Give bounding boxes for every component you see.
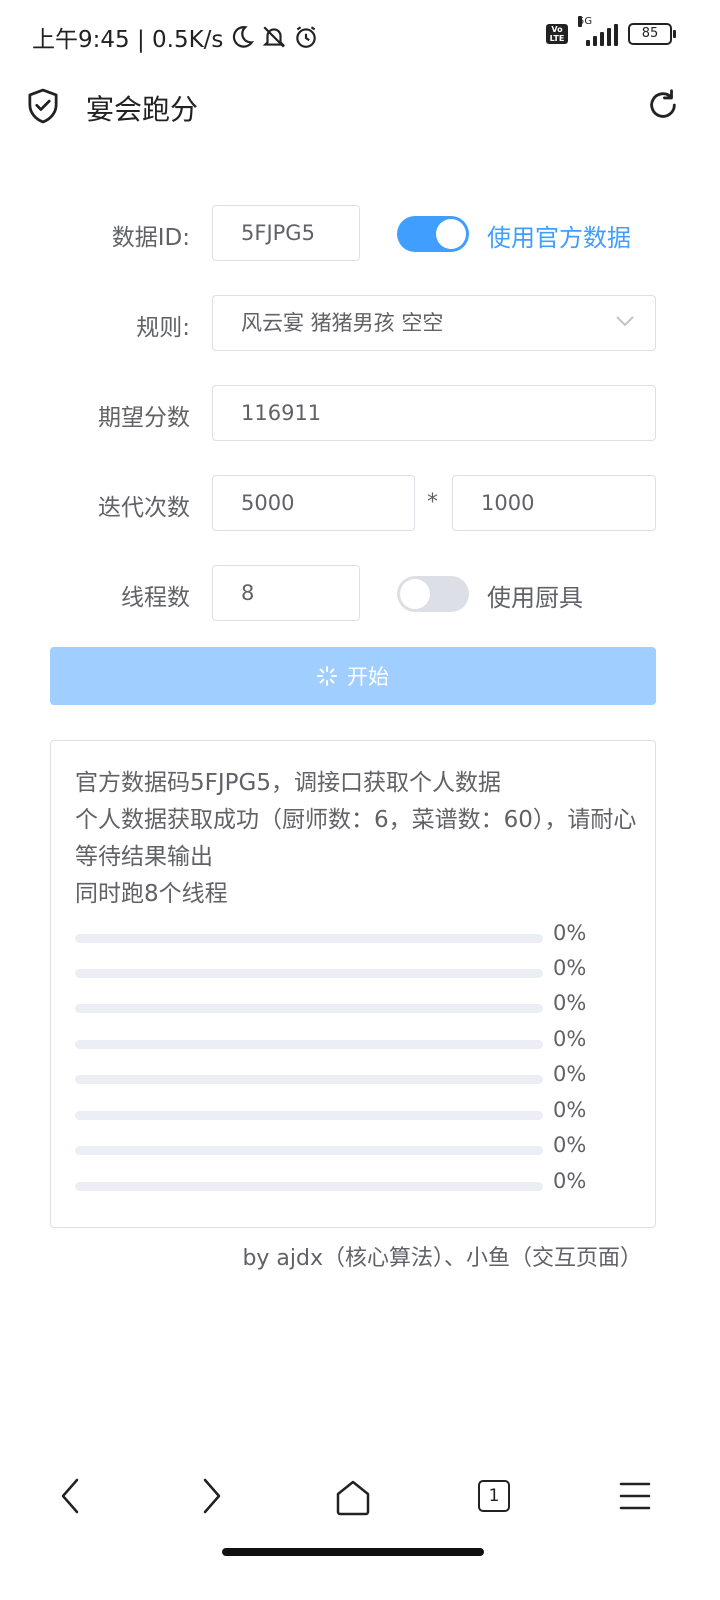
progress-row: 0%: [75, 1062, 635, 1092]
loading-spinner-icon: [317, 666, 337, 686]
data-id-input[interactable]: 5FJPG5: [212, 205, 360, 261]
signal-icon: 5G: [578, 16, 618, 46]
rule-select-value: 风云宴 猪猪男孩 空空: [241, 311, 444, 335]
progress-percent: 0%: [553, 956, 587, 980]
page-title: 宴会跑分: [86, 93, 199, 126]
iterations-input-1[interactable]: 5000: [212, 475, 415, 531]
progress-percent: 0%: [553, 1062, 587, 1086]
progress-row: 0%: [75, 1169, 635, 1199]
progress-track: [75, 1146, 543, 1155]
shield-check-icon[interactable]: [26, 88, 60, 124]
progress-percent: 0%: [553, 1098, 587, 1122]
iterations-multiply: *: [427, 490, 438, 515]
progress-row: 0%: [75, 1027, 635, 1057]
status-right: Vo LTE 5G 85: [546, 16, 676, 46]
tabs-count-button[interactable]: 1: [478, 1480, 510, 1512]
log-line: 同时跑8个线程: [75, 881, 228, 907]
progress-track: [75, 1004, 543, 1013]
expected-score-input[interactable]: 116911: [212, 385, 656, 441]
menu-icon[interactable]: [618, 1474, 652, 1518]
progress-percent: 0%: [553, 1133, 587, 1157]
status-bar: 上午9:45 | 0.5K/s Vo LTE 5G 85: [0, 0, 720, 72]
forward-icon[interactable]: [196, 1474, 226, 1518]
progress-row: 0%: [75, 1098, 635, 1128]
chevron-down-icon: [616, 316, 634, 327]
use-tools-switch[interactable]: [397, 576, 469, 612]
threads-label: 线程数: [121, 585, 190, 611]
progress-track: [75, 1182, 543, 1191]
log-panel: 官方数据码5FJPG5，调接口获取个人数据 个人数据获取成功（厨师数：6，菜谱数…: [50, 740, 656, 1228]
moon-icon: [233, 26, 255, 48]
volte-badge: Vo LTE: [546, 24, 568, 44]
back-icon[interactable]: [56, 1474, 86, 1518]
credit-text: by ajdx（核心算法）、小鱼（交互页面）: [242, 1246, 642, 1271]
progress-track: [75, 934, 543, 943]
iterations-label: 迭代次数: [98, 495, 190, 521]
status-left: 上午9:45 | 0.5K/s: [32, 20, 319, 54]
progress-percent: 0%: [553, 921, 587, 945]
start-button[interactable]: 开始: [50, 647, 656, 705]
progress-percent: 0%: [553, 1169, 587, 1193]
home-icon[interactable]: [334, 1474, 372, 1518]
progress-row: 0%: [75, 1133, 635, 1163]
progress-row: 0%: [75, 991, 635, 1021]
status-time-speed: 上午9:45 | 0.5K/s: [32, 27, 224, 53]
progress-track: [75, 1040, 543, 1049]
official-data-switch[interactable]: [397, 216, 469, 252]
progress-track: [75, 1111, 543, 1120]
start-button-label: 开始: [347, 665, 389, 689]
official-data-switch-label[interactable]: 使用官方数据: [487, 218, 631, 253]
alarm-icon: [296, 26, 317, 48]
expected-score-label: 期望分数: [98, 405, 190, 431]
network-type: 5G: [578, 16, 593, 27]
bell-muted-icon: [263, 26, 286, 48]
bottom-nav: 1: [0, 1460, 720, 1540]
log-line: 个人数据获取成功（厨师数：6，菜谱数：60），请耐心等待结果输出: [75, 807, 637, 870]
refresh-icon[interactable]: [646, 88, 680, 122]
log-line: 官方数据码5FJPG5，调接口获取个人数据: [75, 770, 501, 796]
rule-select[interactable]: 风云宴 猪猪男孩 空空: [212, 295, 656, 351]
rule-label: 规则:: [136, 315, 190, 341]
progress-track: [75, 1075, 543, 1084]
use-tools-switch-label[interactable]: 使用厨具: [487, 578, 583, 613]
progress-percent: 0%: [553, 1027, 587, 1051]
progress-row: 0%: [75, 956, 635, 986]
progress-percent: 0%: [553, 991, 587, 1015]
progress-row: 0%: [75, 921, 635, 951]
data-id-label: 数据ID:: [111, 225, 190, 251]
iterations-input-2[interactable]: 1000: [452, 475, 656, 531]
log-lines: 官方数据码5FJPG5，调接口获取个人数据 个人数据获取成功（厨师数：6，菜谱数…: [75, 765, 645, 913]
progress-track: [75, 969, 543, 978]
app-header: 宴会跑分: [0, 72, 720, 142]
home-indicator: [222, 1548, 484, 1556]
threads-input[interactable]: 8: [212, 565, 360, 621]
battery-icon: 85: [628, 23, 676, 45]
